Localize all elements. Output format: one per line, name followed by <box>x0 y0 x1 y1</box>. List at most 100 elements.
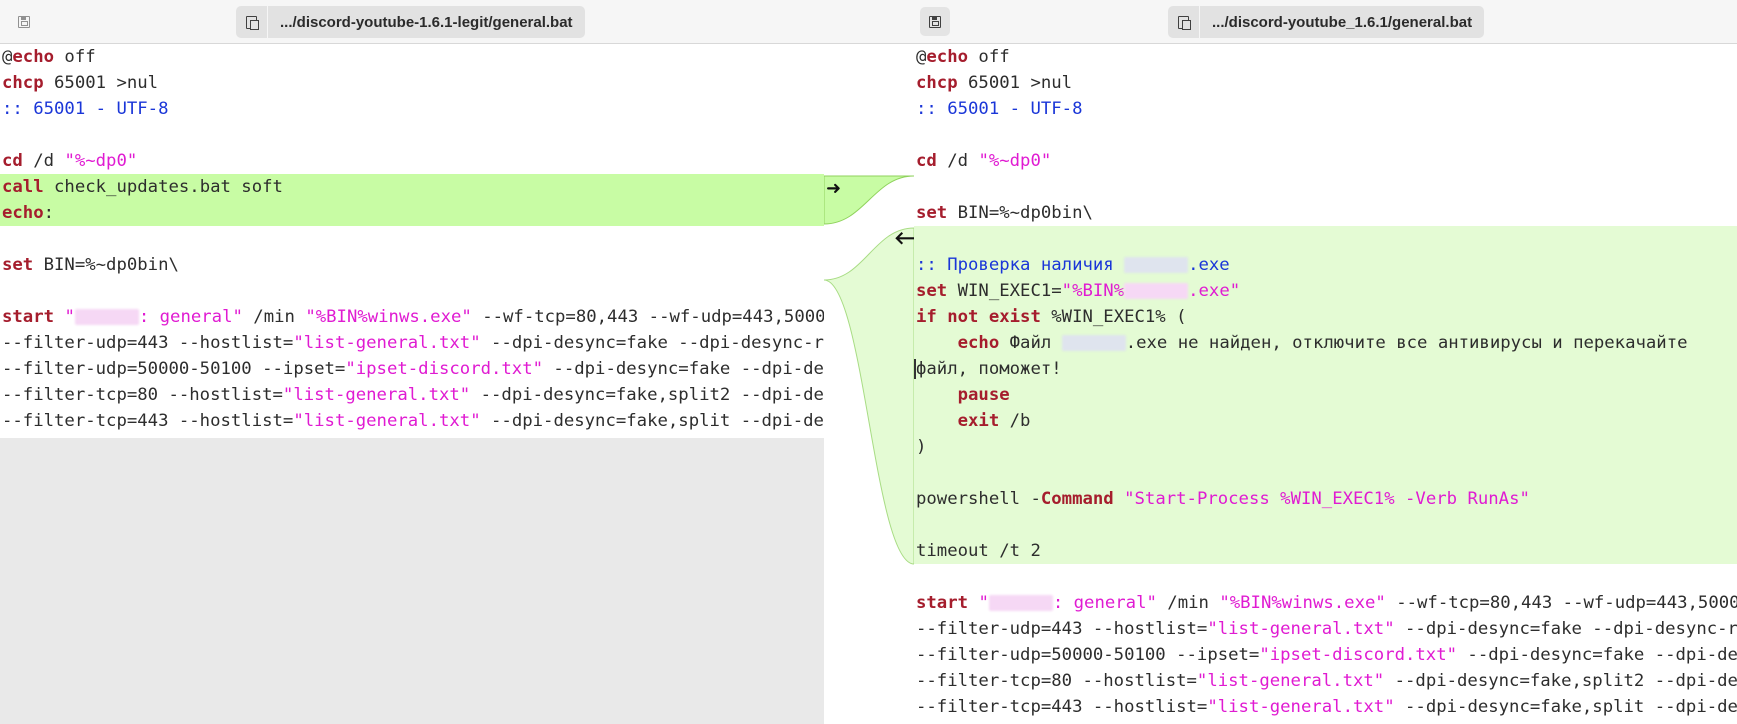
code-token: Файл <box>999 333 1062 353</box>
left-editor-pane[interactable]: @echo off chcp 65001 >nul:: 65001 - UTF-8… <box>0 44 824 724</box>
string-token: : general" <box>138 307 243 327</box>
file-copy-icon[interactable] <box>236 6 268 38</box>
string-token: "list-general.txt" <box>282 385 471 405</box>
code-token: timeout /t 2 <box>916 541 1041 561</box>
code-line[interactable]: cd /d "%~dp0" <box>0 148 824 174</box>
code-line[interactable]: echo: <box>0 200 824 226</box>
code-token: --filter-tcp=80 --hostlist= <box>916 671 1197 691</box>
code-line[interactable]: cd /d "%~dp0" <box>914 148 1737 174</box>
code-token: ) <box>916 437 927 457</box>
left-pane-empty-area <box>0 438 824 724</box>
code-line[interactable]: chcp 65001 >nul <box>0 70 824 96</box>
code-token: --dpi-desync=fake,split --dpi-desync-a <box>491 411 824 431</box>
code-token: --filter-udp=443 --hostlist= <box>2 333 294 353</box>
code-token: check_updates.bat soft <box>43 177 283 197</box>
code-line[interactable]: set BIN=%~dp0bin\ <box>0 252 824 278</box>
left-file-tab[interactable]: .../discord-youtube-1.6.1-legit/general.… <box>236 6 585 38</box>
code-token: --filter-tcp=443 --hostlist= <box>916 697 1208 717</box>
code-line[interactable] <box>914 460 1737 486</box>
code-line[interactable]: --filter-udp=50000-50100 --ipset="ipset-… <box>0 356 824 382</box>
string-token: " <box>978 593 989 613</box>
left-file-path: .../discord-youtube-1.6.1-legit/general.… <box>280 13 573 31</box>
code-line[interactable]: --filter-tcp=443 --hostlist="list-genera… <box>914 694 1737 720</box>
string-token: "list-general.txt" <box>293 333 481 353</box>
keyword-token: chcp <box>2 73 44 93</box>
code-line[interactable]: set WIN_EXEC1="%BIN% .exe" <box>914 278 1737 304</box>
code-line[interactable]: --filter-tcp=80 --hostlist="list-general… <box>0 382 824 408</box>
code-line[interactable]: call check_updates.bat soft <box>0 174 824 200</box>
arrow-right-icon[interactable]: ➜ <box>826 180 841 198</box>
code-line[interactable] <box>0 278 824 304</box>
file-copy-icon[interactable] <box>1168 6 1200 38</box>
code-line[interactable]: --filter-tcp=443 --hostlist="list-genera… <box>0 408 824 434</box>
code-line[interactable]: chcp 65001 >nul <box>914 70 1737 96</box>
code-line[interactable]: :: 65001 - UTF-8 <box>914 96 1737 122</box>
code-line[interactable]: if not exist %WIN_EXEC1% ( <box>914 304 1737 330</box>
code-token: --dpi-desync=fake,split2 --dpi-desync-a <box>1394 671 1737 691</box>
code-line[interactable]: @echo off <box>914 44 1737 70</box>
keyword-token: Command <box>1040 489 1114 509</box>
code-line[interactable]: @echo off <box>0 44 824 70</box>
code-token: @ <box>916 47 927 67</box>
code-line[interactable] <box>0 226 824 252</box>
save-left-button[interactable] <box>9 7 39 36</box>
string-token: "%BIN%winws.exe" <box>305 307 472 327</box>
code-line[interactable]: файл, поможет! <box>914 356 1737 382</box>
code-line[interactable]: ) <box>914 434 1737 460</box>
right-toolbar: .../discord-youtube_1.6.1/general.bat <box>868 0 1737 44</box>
change-connector <box>824 227 914 565</box>
right-file-tab[interactable]: .../discord-youtube_1.6.1/general.bat <box>1168 6 1485 38</box>
code-line[interactable]: --filter-udp=50000-50100 --ipset="ipset-… <box>914 642 1737 668</box>
code-token: --wf-tcp=80,443 --wf-udp=443,50000-50100… <box>1396 593 1737 613</box>
code-token: --dpi-desync=fake,split2 --dpi-desync-a <box>480 385 824 405</box>
code-token: : <box>43 203 55 223</box>
string-token: "list-general.txt" <box>293 411 481 431</box>
diff-gutter <box>824 44 914 724</box>
code-line[interactable]: set BIN=%~dp0bin\ <box>914 200 1737 226</box>
code-line[interactable]: exit /b <box>914 408 1737 434</box>
string-token: "Start-Process %WIN_EXEC1% -Verb RunAs" <box>1124 489 1530 509</box>
string-token: "%BIN%winws.exe" <box>1219 593 1386 613</box>
code-token: --wf-tcp=80,443 --wf-udp=443,50000-50100… <box>482 307 824 327</box>
save-right-button[interactable] <box>920 7 950 36</box>
code-line[interactable] <box>914 226 1737 252</box>
right-file-path: .../discord-youtube_1.6.1/general.bat <box>1212 13 1473 31</box>
code-line[interactable] <box>914 512 1737 538</box>
string-token: " <box>64 307 75 327</box>
keyword-token: exit <box>957 411 1000 431</box>
code-line[interactable]: start ": general" /min "%BIN%winws.exe" … <box>0 304 824 330</box>
code-line[interactable]: start ": general" /min "%BIN%winws.exe" … <box>914 590 1737 616</box>
comment-token: :: 65001 - UTF-8 <box>2 99 169 119</box>
code-line[interactable]: powershell -Command "Start-Process %WIN_… <box>914 486 1737 512</box>
code-token: /d <box>22 151 65 171</box>
keyword-token: echo <box>926 47 969 67</box>
code-line[interactable]: --filter-udp=443 --hostlist="list-genera… <box>0 330 824 356</box>
code-line[interactable]: timeout /t 2 <box>914 538 1737 564</box>
string-token: "%BIN% <box>1061 281 1125 301</box>
code-line[interactable]: --filter-udp=443 --hostlist="list-genera… <box>914 616 1737 642</box>
keyword-token: echo <box>2 203 44 223</box>
text-cursor <box>914 359 916 379</box>
code-line[interactable] <box>0 122 824 148</box>
code-line[interactable]: :: 65001 - UTF-8 <box>0 96 824 122</box>
code-token: --filter-tcp=443 --hostlist= <box>2 411 294 431</box>
code-token: WIN_EXEC1= <box>947 281 1062 301</box>
code-line[interactable]: echo Файл .exe не найден, отключите все … <box>914 330 1737 356</box>
code-line[interactable]: :: Проверка наличия .exe <box>914 252 1737 278</box>
save-icon <box>18 15 30 28</box>
string-token: .exe" <box>1188 281 1241 301</box>
code-line[interactable] <box>914 174 1737 200</box>
code-line[interactable] <box>914 122 1737 148</box>
code-line[interactable]: pause <box>914 382 1737 408</box>
keyword-token: set <box>916 281 948 301</box>
left-code-lines: @echo off chcp 65001 >nul:: 65001 - UTF-8… <box>0 44 824 434</box>
code-line[interactable] <box>914 564 1737 590</box>
right-editor-pane[interactable]: @echo off chcp 65001 >nul:: 65001 - UTF-8… <box>914 44 1737 724</box>
code-line[interactable]: --filter-tcp=80 --hostlist="list-general… <box>914 668 1737 694</box>
code-token: /b <box>999 411 1031 431</box>
left-toolbar: .../discord-youtube-1.6.1-legit/general.… <box>0 0 868 44</box>
